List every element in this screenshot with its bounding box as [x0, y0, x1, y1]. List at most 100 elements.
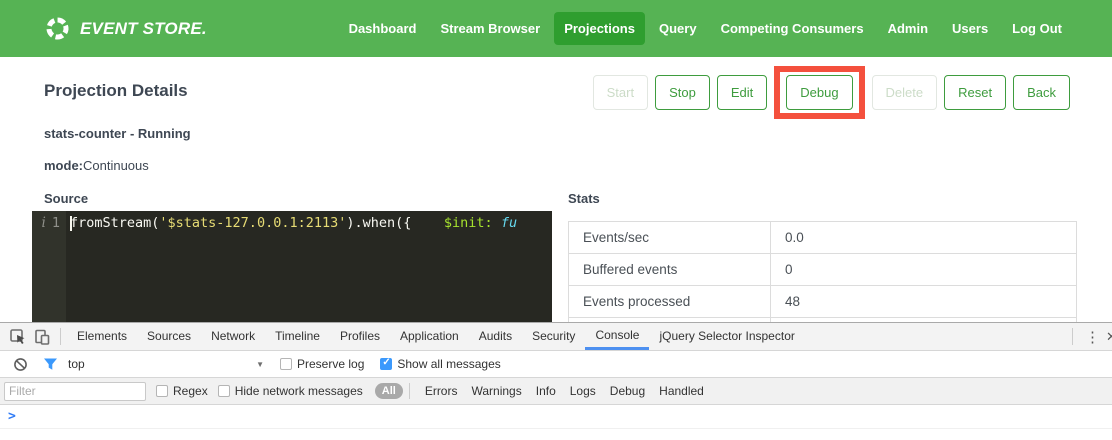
nav-dashboard[interactable]: Dashboard	[339, 12, 427, 45]
console-filter-bar: Regex Hide network messages All Errors W…	[0, 378, 1112, 405]
app-header: EVENT STORE. Dashboard Stream Browser Pr…	[0, 0, 1112, 57]
device-toolbar-icon[interactable]	[30, 326, 54, 348]
nav-projections[interactable]: Projections	[554, 12, 645, 45]
tab-security[interactable]: Security	[522, 323, 585, 350]
table-row: Events processed 48	[569, 286, 1077, 318]
debug-highlight-box: Debug	[774, 66, 864, 119]
main-content: Projection Details Start Stop Edit Debug…	[0, 57, 1112, 322]
event-store-logo-text: EVENT STORE.	[80, 19, 207, 39]
execution-context-selector[interactable]: top ▼	[68, 357, 264, 371]
screen: EVENT STORE. Dashboard Stream Browser Pr…	[0, 0, 1112, 440]
reset-button[interactable]: Reset	[944, 75, 1006, 110]
filter-level-logs[interactable]: Logs	[563, 384, 603, 398]
projection-status: stats-counter - Running	[44, 126, 191, 141]
filter-level-info[interactable]: Info	[529, 384, 563, 398]
stat-name: Events processed	[569, 286, 771, 318]
mode-label: mode:	[44, 158, 83, 173]
filter-level-debug[interactable]: Debug	[603, 384, 652, 398]
tab-sources[interactable]: Sources	[137, 323, 201, 350]
nav-competing-consumers[interactable]: Competing Consumers	[711, 12, 874, 45]
action-buttons: Start Stop Edit Debug Delete Reset Back	[593, 66, 1070, 119]
show-all-messages-label: Show all messages	[397, 357, 500, 371]
code-segment-keyword: fu	[501, 215, 517, 231]
source-label: Source	[44, 191, 88, 206]
stat-value: 48	[771, 286, 1077, 318]
devtools-tabbar: Elements Sources Network Timeline Profil…	[0, 323, 1112, 351]
delete-button: Delete	[872, 75, 938, 110]
tab-elements[interactable]: Elements	[67, 323, 137, 350]
filter-level-handled[interactable]: Handled	[652, 384, 711, 398]
console-prompt-row[interactable]: >	[0, 405, 1112, 429]
tab-application[interactable]: Application	[390, 323, 469, 350]
mode-value: Continuous	[83, 158, 149, 173]
preserve-log-label: Preserve log	[297, 357, 364, 371]
chevron-down-icon: ▼	[256, 360, 264, 369]
code-segment-string: '$stats-127.0.0.1:2113'	[159, 215, 346, 231]
stat-name: Events/sec	[569, 222, 771, 254]
execution-context-value: top	[68, 357, 85, 371]
filter-level-warnings[interactable]: Warnings	[464, 384, 528, 398]
show-all-messages-checkbox[interactable]: Show all messages	[380, 357, 500, 371]
page-title: Projection Details	[44, 81, 188, 101]
filter-funnel-icon[interactable]	[38, 353, 62, 375]
filter-level-errors[interactable]: Errors	[418, 384, 465, 398]
devtools-window-controls: ⋮ ✕	[1066, 323, 1112, 350]
stats-label: Stats	[568, 191, 600, 206]
devtools-close-icon[interactable]: ✕	[1106, 329, 1112, 345]
gutter-info-annotation: i	[42, 214, 46, 322]
stat-value: 0.0	[771, 222, 1077, 254]
code-segment: fromStream(	[70, 215, 159, 231]
regex-checkbox[interactable]: Regex	[156, 384, 208, 398]
checkbox-unchecked[interactable]	[156, 385, 168, 397]
code-segment: ).when({	[346, 215, 411, 231]
code-segment-constant: $init:	[444, 215, 493, 231]
code-editor[interactable]: i 1 fromStream('$stats-127.0.0.1:2113').…	[32, 211, 552, 322]
stop-button[interactable]: Stop	[655, 75, 710, 110]
regex-label: Regex	[173, 384, 208, 398]
tab-network[interactable]: Network	[201, 323, 265, 350]
back-button[interactable]: Back	[1013, 75, 1070, 110]
nav-stream-browser[interactable]: Stream Browser	[430, 12, 550, 45]
toolbar-separator	[60, 328, 61, 345]
filter-all-badge[interactable]: All	[375, 383, 403, 399]
nav-users[interactable]: Users	[942, 12, 998, 45]
preserve-log-checkbox[interactable]: Preserve log	[280, 357, 364, 371]
checkbox-unchecked[interactable]	[280, 358, 292, 370]
inspect-element-icon[interactable]	[6, 326, 30, 348]
edit-button[interactable]: Edit	[717, 75, 767, 110]
filter-input[interactable]	[4, 382, 146, 401]
console-toolbar: top ▼ Preserve log Show all messages	[0, 351, 1112, 378]
clear-console-icon[interactable]	[8, 353, 32, 375]
debug-button[interactable]: Debug	[786, 75, 852, 110]
stat-name: Buffered events	[569, 254, 771, 286]
console-output[interactable]: >	[0, 405, 1112, 439]
code-line[interactable]: fromStream('$stats-127.0.0.1:2113').when…	[66, 211, 552, 322]
hide-network-messages-checkbox[interactable]: Hide network messages	[218, 384, 363, 398]
toolbar-separator	[1072, 328, 1073, 345]
console-prompt-icon[interactable]: >	[8, 409, 16, 424]
editor-gutter: i 1	[32, 211, 66, 322]
stat-value: 0	[771, 254, 1077, 286]
tab-timeline[interactable]: Timeline	[265, 323, 330, 350]
nav-admin[interactable]: Admin	[878, 12, 938, 45]
stats-table: Events/sec 0.0 Buffered events 0 Events …	[568, 221, 1077, 322]
event-store-logo[interactable]: EVENT STORE.	[44, 15, 207, 42]
table-row: Events/sec 0.0	[569, 222, 1077, 254]
checkbox-checked[interactable]	[380, 358, 392, 370]
devtools-menu-icon[interactable]: ⋮	[1079, 328, 1106, 346]
tab-profiles[interactable]: Profiles	[330, 323, 390, 350]
nav-log-out[interactable]: Log Out	[1002, 12, 1072, 45]
code-segment	[493, 215, 501, 231]
checkbox-unchecked[interactable]	[218, 385, 230, 397]
event-store-logo-icon	[44, 15, 71, 42]
nav-query[interactable]: Query	[649, 12, 707, 45]
projection-mode: mode:Continuous	[44, 158, 149, 173]
start-button: Start	[593, 75, 648, 110]
tab-jquery-selector-inspector[interactable]: jQuery Selector Inspector	[649, 323, 804, 350]
tab-audits[interactable]: Audits	[469, 323, 522, 350]
hide-network-messages-label: Hide network messages	[235, 384, 363, 398]
tab-console[interactable]: Console	[585, 323, 649, 350]
table-row: Buffered events 0	[569, 254, 1077, 286]
main-nav: Dashboard Stream Browser Projections Que…	[339, 12, 1072, 45]
code-segment	[411, 215, 444, 231]
